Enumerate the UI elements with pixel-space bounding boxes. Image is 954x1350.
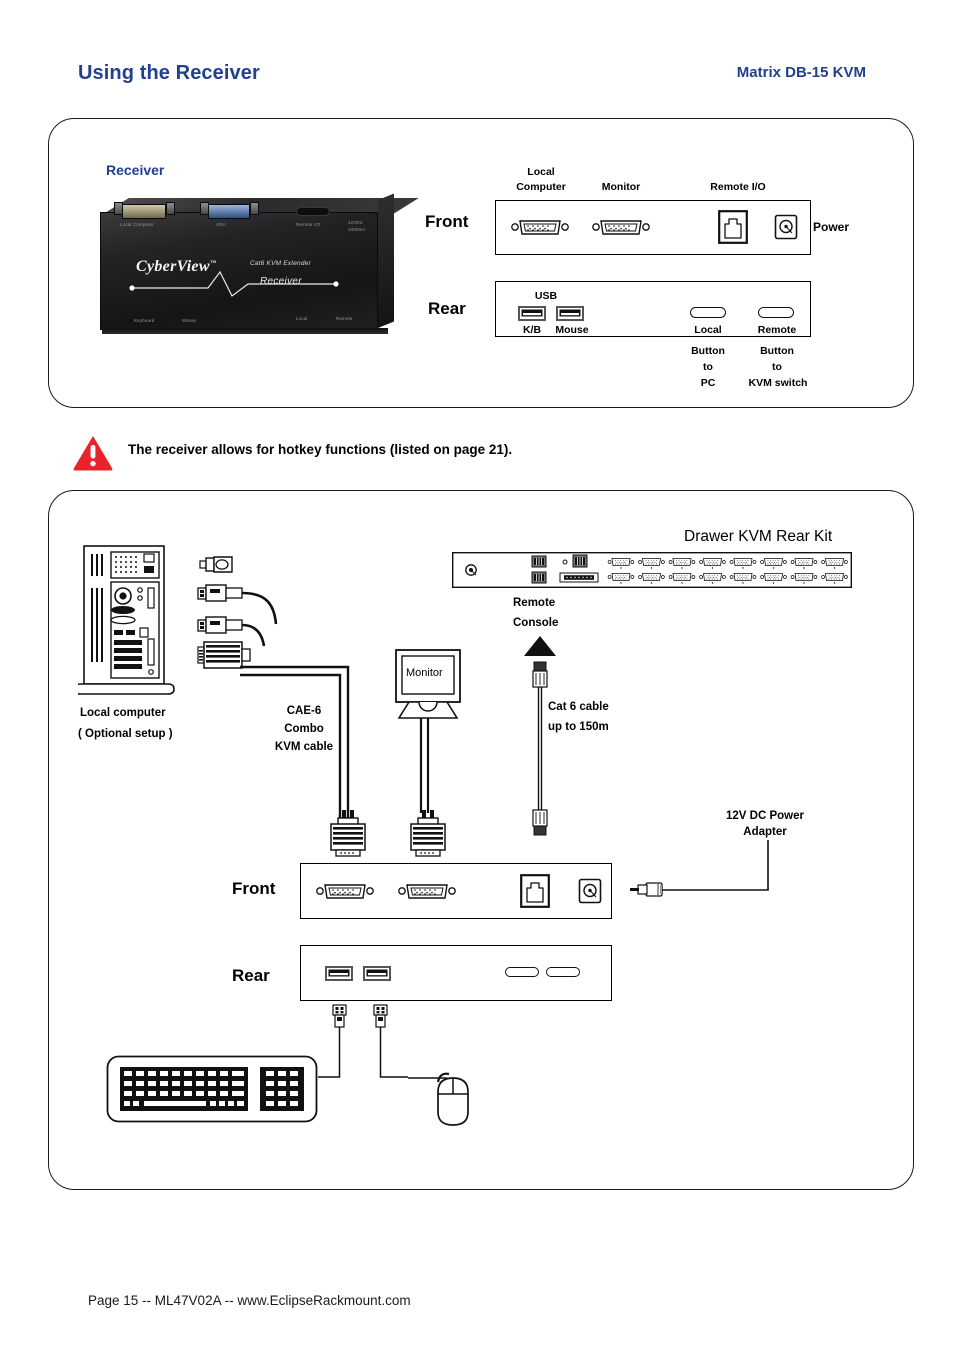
hotkey-notice: The receiver allows for hotkey functions… xyxy=(72,430,672,474)
label-cat6-line2: up to 150m xyxy=(548,721,609,733)
lower-rear-panel-word: Rear xyxy=(232,966,270,985)
cat6-cable-graphic xyxy=(524,636,556,836)
monitor-icon xyxy=(395,649,461,719)
label-mouse-port: Mouse xyxy=(555,324,589,336)
product-model-label: Matrix DB-15 KVM xyxy=(736,64,866,81)
db15-connector-icon-lower-2[interactable] xyxy=(398,876,456,906)
button-local-oval[interactable] xyxy=(690,307,726,318)
monitor-label: Monitor xyxy=(406,667,443,679)
label-remote-btn-line1: Button xyxy=(760,345,794,357)
label-local-btn-line1: Button xyxy=(691,345,725,357)
page-title: Using the Receiver xyxy=(78,62,260,84)
label-local-computer-line1: Local computer xyxy=(80,707,166,719)
drawer-kvm-rear-kit-title: Drawer KVM Rear Kit xyxy=(684,528,833,545)
label-remote-button: Remote xyxy=(757,324,797,336)
front-panel-word: Front xyxy=(425,212,469,231)
photo-unit-type: Receiver xyxy=(260,276,302,287)
label-local-btn-line2: to xyxy=(703,361,713,373)
label-kvm-cable-line1: CAE-6 xyxy=(286,705,322,717)
dc-power-jack-icon[interactable] xyxy=(774,214,798,240)
button-local-oval-lower[interactable] xyxy=(505,967,539,977)
vga-cable-connector-right xyxy=(410,810,446,857)
usb-port-icon-mouse[interactable] xyxy=(556,306,584,321)
hotkey-notice-text: The receiver allows for hotkey functions… xyxy=(128,442,513,457)
db15-connector-icon-local-computer[interactable] xyxy=(511,212,569,242)
keyboard-icon xyxy=(106,1055,318,1123)
drawer-kvm-rear-kit-diagram xyxy=(452,552,852,588)
photo-product-line: Cat6 KVM Extender xyxy=(250,260,311,267)
rear-panel-word: Rear xyxy=(428,299,466,318)
local-computer-tower-icon xyxy=(78,545,175,695)
lower-front-panel-word: Front xyxy=(232,879,276,898)
vga-cable-connector-left xyxy=(330,810,366,857)
button-remote-oval-lower[interactable] xyxy=(546,967,580,977)
monitor-vga-cable xyxy=(419,718,430,813)
label-local-button: Local xyxy=(694,324,722,336)
label-power-adapter-line1: 12V DC Power xyxy=(726,810,804,822)
label-keyboard-port: K/B xyxy=(522,324,542,336)
label-usb: USB xyxy=(534,290,558,302)
receiver-section-label: Receiver xyxy=(106,162,165,178)
label-remote-console-line2: Console xyxy=(513,617,559,629)
label-remote-console-line1: Remote xyxy=(513,597,556,609)
label-cat6-line1: Cat 6 cable xyxy=(548,701,609,713)
page-footer: Page 15 -- ML47V02A -- www.EclipseRackmo… xyxy=(88,1293,411,1308)
mouse-icon xyxy=(436,1072,469,1126)
label-local-computer-line2: ( Optional setup ) xyxy=(78,728,173,740)
label-remote-io: Remote I/O xyxy=(710,181,766,193)
db15-connector-icon-monitor[interactable] xyxy=(592,212,650,242)
label-remote-btn-line3: KVM switch xyxy=(748,377,808,389)
usb-port-icon-lower-keyboard[interactable] xyxy=(325,966,353,981)
label-remote-btn-line2: to xyxy=(772,361,782,373)
warning-triangle-icon xyxy=(73,436,113,471)
dc-power-jack-icon-lower[interactable] xyxy=(578,878,602,904)
label-local-computer-line1: Local xyxy=(527,166,555,178)
usb-port-icon-lower-mouse[interactable] xyxy=(363,966,391,981)
page-header: Using the Receiver Matrix DB-15 KVM xyxy=(0,0,954,105)
rj45-jack-icon-lower[interactable] xyxy=(520,874,550,908)
usb-port-icon-keyboard[interactable] xyxy=(518,306,546,321)
rj45-jack-icon-remote-io[interactable] xyxy=(718,210,748,244)
photo-brand: CyberView xyxy=(136,258,210,275)
label-kvm-cable-line2: Combo xyxy=(284,723,324,735)
label-power: Power xyxy=(813,220,850,234)
trademark-mark: ™ xyxy=(209,260,217,267)
receiver-product-photo: Local Computer VGA Remote I/O 12VDC 1000… xyxy=(100,193,419,344)
power-adapter-cable xyxy=(630,840,769,897)
label-local-btn-line3: PC xyxy=(700,377,716,389)
label-kvm-cable-line3: KVM cable xyxy=(274,741,334,753)
label-monitor: Monitor xyxy=(601,181,641,193)
usb-cables-to-peripherals xyxy=(318,1004,408,1078)
button-remote-oval[interactable] xyxy=(758,307,794,318)
db15-connector-icon-lower-1[interactable] xyxy=(316,876,374,906)
label-local-computer-line2: Computer xyxy=(516,181,566,193)
